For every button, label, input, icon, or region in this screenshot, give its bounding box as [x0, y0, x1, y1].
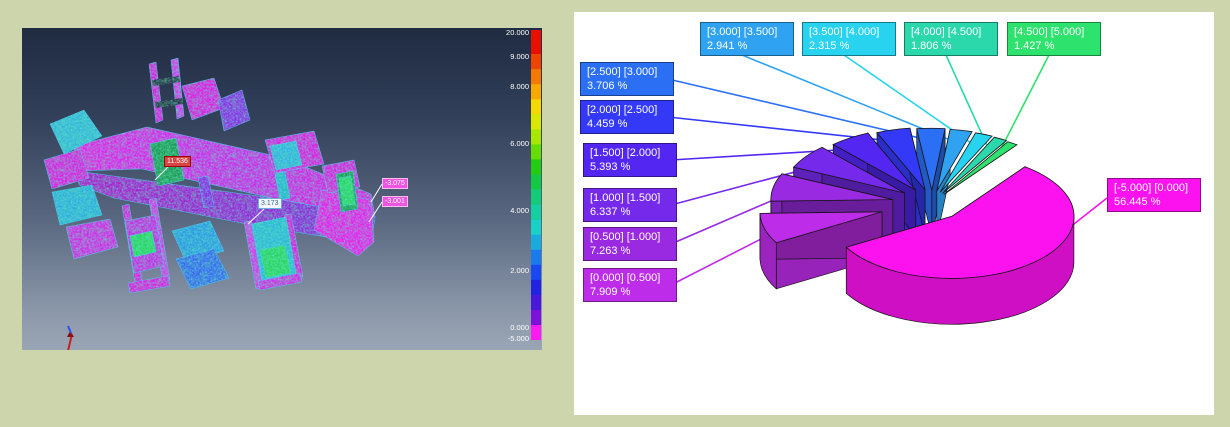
- pie-label-percent: 2.315 %: [809, 39, 889, 53]
- pie-chart-panel: [-5.000] [0.000]56.445 %[0.000] [0.500]7…: [574, 12, 1214, 415]
- pie-label-box: [-5.000] [0.000]56.445 %: [1107, 178, 1201, 212]
- page-background: 20.000 9.000 8.000 6.000 4.000 2.000 0.000 -5.0…: [0, 0, 1230, 427]
- annotation-tag[interactable]: 11.536: [164, 156, 191, 167]
- pie-label-box: [4.500] [5.000]1.427 %: [1007, 22, 1101, 56]
- pie-label-range: [3.000] [3.500]: [707, 25, 787, 39]
- pie-leader-line: [999, 55, 1049, 153]
- color-scale-bar[interactable]: [531, 30, 541, 340]
- pie-label-box: [3.500] [4.000]2.315 %: [802, 22, 896, 56]
- pie-label-box: [2.000] [2.500]4.459 %: [580, 100, 674, 134]
- pie-label-percent: 2.941 %: [707, 39, 787, 53]
- scale-tick-label: 20.000: [506, 28, 529, 37]
- pie-label-percent: 56.445 %: [1114, 195, 1194, 209]
- pie-label-percent: 5.393 %: [590, 160, 670, 174]
- pie-label-box: [0.000] [0.500]7.909 %: [583, 268, 677, 302]
- axis-triad-icon: [66, 326, 90, 350]
- pie-label-box: [4.000] [4.500]1.806 %: [904, 22, 998, 56]
- pie-label-box: [3.000] [3.500]2.941 %: [700, 22, 794, 56]
- pie-label-range: [0.500] [1.000]: [590, 230, 670, 244]
- pie-label-range: [3.500] [4.000]: [809, 25, 889, 39]
- pie-label-range: [4.000] [4.500]: [911, 25, 991, 39]
- model-3d-svg: 20.000 9.000 8.000 6.000 4.000 2.000 0.000 -5.0…: [22, 28, 542, 350]
- scale-tick-label: 8.000: [510, 82, 529, 91]
- annotation-tag[interactable]: -3.075: [382, 178, 408, 189]
- pie-label-box: [1.500] [2.000]5.393 %: [583, 143, 677, 177]
- scale-tick-label: 4.000: [510, 206, 529, 215]
- annotation-tag[interactable]: 3.173: [258, 198, 282, 209]
- pie-label-percent: 1.427 %: [1014, 39, 1094, 53]
- pie-label-range: [1.000] [1.500]: [590, 191, 670, 205]
- scale-tick-label: 9.000: [510, 52, 529, 61]
- pie-label-percent: 4.459 %: [587, 117, 667, 131]
- pie-label-range: [1.500] [2.000]: [590, 146, 670, 160]
- pie-label-range: [2.500] [3.000]: [587, 65, 667, 79]
- pie-label-percent: 7.909 %: [590, 285, 670, 299]
- pie-label-percent: 6.337 %: [590, 205, 670, 219]
- pie-label-box: [2.500] [3.000]3.706 %: [580, 62, 674, 96]
- scale-tick-label: 2.000: [510, 266, 529, 275]
- pie-leader-line: [1073, 198, 1107, 225]
- pie-label-box: [0.500] [1.000]7.263 %: [583, 227, 677, 261]
- pie-label-range: [4.500] [5.000]: [1014, 25, 1094, 39]
- pie-label-percent: 3.706 %: [587, 79, 667, 93]
- pie-label-percent: 7.263 %: [590, 244, 670, 258]
- pie-label-range: [2.000] [2.500]: [587, 103, 667, 117]
- annotation-tag[interactable]: -3.001: [382, 196, 408, 207]
- scale-tick-label: -5.000: [508, 334, 529, 343]
- pie-label-box: [1.000] [1.500]6.337 %: [583, 188, 677, 222]
- scale-tick-label: 0.000: [510, 323, 529, 332]
- model-speckle-texture: [40, 54, 385, 298]
- pie-label-range: [-5.000] [0.000]: [1114, 181, 1194, 195]
- pie-label-range: [0.000] [0.500]: [590, 271, 670, 285]
- scale-tick-label: 6.000: [510, 139, 529, 148]
- viewer-3d-panel[interactable]: 20.000 9.000 8.000 6.000 4.000 2.000 0.000 -5.0…: [22, 28, 542, 350]
- pie-label-percent: 1.806 %: [911, 39, 991, 53]
